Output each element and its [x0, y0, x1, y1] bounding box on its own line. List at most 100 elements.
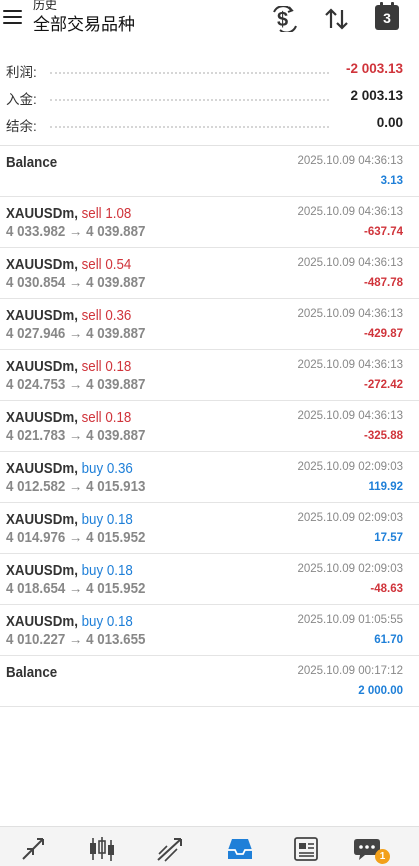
row-time: 2025.10.09 04:36:13: [297, 155, 403, 167]
row-profit: 61.70: [374, 634, 403, 646]
row-symbol: XAUUSDm,: [6, 257, 78, 273]
summary-row-deposit: 入金: 2 003.13: [0, 83, 419, 110]
row-title: XAUUSDm, sell 0.36: [6, 308, 131, 324]
row-side: buy 0.18: [81, 512, 133, 528]
row-time: 2025.10.09 01:05:55: [297, 614, 403, 626]
row-symbol: XAUUSDm,: [6, 308, 78, 324]
history-list[interactable]: Balance 2025.10.09 04:36:13 3.13 XAUUSDm…: [0, 146, 419, 707]
row-title: XAUUSDm, sell 1.08: [6, 206, 131, 222]
summary-row-balance: 结余: 0.00: [0, 110, 419, 137]
news-icon[interactable]: [292, 835, 322, 863]
history-row-deal[interactable]: XAUUSDm, sell 0.18 4 024.753 → 4 039.887…: [0, 350, 419, 401]
row-time: 2025.10.09 04:36:13: [297, 359, 403, 371]
dotted-leader: [50, 99, 329, 101]
row-symbol: XAUUSDm,: [6, 563, 78, 579]
svg-text:$: $: [277, 9, 288, 31]
row-prices: 4 018.654 → 4 015.952: [6, 581, 146, 597]
history-row-deal[interactable]: XAUUSDm, sell 0.54 4 030.854 → 4 039.887…: [0, 248, 419, 299]
row-profit: 17.57: [374, 532, 403, 544]
calendar-icon[interactable]: 3: [375, 2, 399, 30]
row-profit: -272.42: [363, 379, 403, 391]
row-profit: -637.74: [363, 226, 403, 238]
row-prices: 4 024.753 → 4 039.887: [6, 377, 146, 393]
row-side: sell 1.08: [81, 206, 132, 222]
history-row-balance[interactable]: Balance 2025.10.09 04:36:13 3.13: [0, 146, 419, 197]
row-title: XAUUSDm, sell 0.54: [6, 257, 131, 273]
sort-icon[interactable]: [323, 6, 351, 32]
row-prices: 4 014.976 → 4 015.952: [6, 530, 146, 546]
summary-value: -2 003.13: [345, 61, 403, 76]
summary-value: 2 003.13: [350, 88, 403, 103]
row-time: 2025.10.09 04:36:13: [297, 308, 403, 320]
row-symbol: XAUUSDm,: [6, 206, 78, 222]
row-time: 2025.10.09 04:36:13: [297, 257, 403, 269]
row-profit: -487.78: [363, 277, 403, 289]
bottom-nav: 1: [0, 826, 419, 866]
row-symbol: Balance: [6, 155, 58, 171]
summary-label: 利润:: [6, 65, 37, 80]
messages-badge: 1: [375, 849, 390, 864]
row-time: 2025.10.09 02:09:03: [297, 461, 403, 473]
summary-value: 0.00: [376, 115, 403, 130]
dollar-refresh-icon[interactable]: $: [271, 6, 299, 32]
row-prices: 4 021.783 → 4 039.887: [6, 428, 146, 444]
row-side: buy 0.18: [81, 614, 133, 630]
history-row-deal[interactable]: XAUUSDm, buy 0.18 4 014.976 → 4 015.952 …: [0, 503, 419, 554]
history-row-deal[interactable]: XAUUSDm, buy 0.18 4 018.654 → 4 015.952 …: [0, 554, 419, 605]
row-side: sell 0.54: [81, 257, 132, 273]
row-prices: 4 010.227 → 4 013.655: [6, 632, 146, 648]
row-side: sell 0.18: [81, 410, 132, 426]
history-row-deal[interactable]: XAUUSDm, buy 0.18 4 010.227 → 4 013.655 …: [0, 605, 419, 656]
row-profit: 2 000.00: [358, 685, 403, 697]
dotted-leader: [50, 126, 329, 128]
row-title: XAUUSDm, buy 0.18: [6, 614, 133, 630]
row-time: 2025.10.09 02:09:03: [297, 512, 403, 524]
row-symbol: Balance: [6, 665, 58, 681]
row-profit: 3.13: [380, 175, 403, 187]
menu-icon[interactable]: [3, 10, 23, 26]
row-prices: 4 033.982 → 4 039.887: [6, 224, 146, 240]
quotes-icon[interactable]: [18, 835, 48, 863]
row-side: buy 0.18: [81, 563, 133, 579]
summary-row-profit: 利润: -2 003.13: [0, 56, 419, 83]
row-profit: -48.63: [370, 583, 403, 595]
row-symbol: XAUUSDm,: [6, 512, 78, 528]
row-title: XAUUSDm, buy 0.18: [6, 512, 133, 528]
history-row-deal[interactable]: XAUUSDm, buy 0.36 4 012.582 → 4 015.913 …: [0, 452, 419, 503]
chart-icon[interactable]: [86, 835, 116, 863]
row-symbol: XAUUSDm,: [6, 410, 78, 426]
header-title-group[interactable]: 历史 全部交易品种: [33, 0, 135, 36]
dotted-leader: [50, 72, 329, 74]
row-time: 2025.10.09 04:36:13: [297, 206, 403, 218]
history-row-deal[interactable]: XAUUSDm, sell 0.36 4 027.946 → 4 039.887…: [0, 299, 419, 350]
row-time: 2025.10.09 02:09:03: [297, 563, 403, 575]
header-subtitle: 历史: [33, 0, 58, 12]
history-icon[interactable]: [225, 835, 255, 863]
summary-panel: 利润: -2 003.13 入金: 2 003.13 结余: 0.00: [0, 56, 419, 137]
row-symbol: XAUUSDm,: [6, 461, 78, 477]
row-side: sell 0.18: [81, 359, 132, 375]
row-title: XAUUSDm, buy 0.18: [6, 563, 133, 579]
row-title: XAUUSDm, sell 0.18: [6, 359, 131, 375]
row-time: 2025.10.09 00:17:12: [297, 665, 403, 677]
row-symbol: XAUUSDm,: [6, 359, 78, 375]
history-row-deal[interactable]: XAUUSDm, sell 0.18 4 021.783 → 4 039.887…: [0, 401, 419, 452]
row-prices: 4 030.854 → 4 039.887: [6, 275, 146, 291]
history-row-deal[interactable]: XAUUSDm, sell 1.08 4 033.982 → 4 039.887…: [0, 197, 419, 248]
row-profit: -325.88: [363, 430, 403, 442]
row-title: XAUUSDm, sell 0.18: [6, 410, 131, 426]
row-prices: 4 027.946 → 4 039.887: [6, 326, 146, 342]
page-title: 全部交易品种: [33, 15, 135, 34]
trade-icon[interactable]: [155, 835, 185, 863]
summary-label: 入金:: [6, 92, 37, 107]
history-row-balance[interactable]: Balance 2025.10.09 00:17:12 2 000.00: [0, 656, 419, 707]
row-side: buy 0.36: [81, 461, 133, 477]
top-bar: 历史 全部交易品种 $ 3: [0, 0, 419, 46]
row-title: XAUUSDm, buy 0.36: [6, 461, 133, 477]
row-profit: -429.87: [363, 328, 403, 340]
row-time: 2025.10.09 04:36:13: [297, 410, 403, 422]
summary-label: 结余:: [6, 119, 37, 134]
row-symbol: XAUUSDm,: [6, 614, 78, 630]
row-profit: 119.92: [368, 481, 403, 493]
row-prices: 4 012.582 → 4 015.913: [6, 479, 146, 495]
